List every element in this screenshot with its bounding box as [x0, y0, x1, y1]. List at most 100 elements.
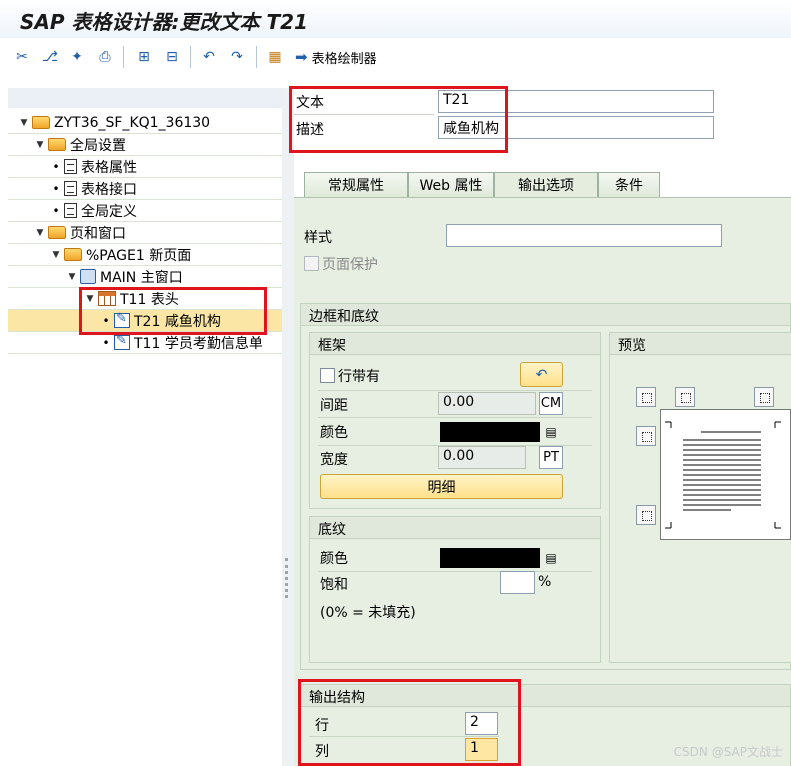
spacing-unit[interactable]: CM — [539, 392, 563, 415]
borders-shading-title: 边框和底纹 — [301, 304, 790, 326]
border-top-right-icon[interactable] — [754, 387, 774, 407]
wand-icon[interactable]: ✦ — [67, 47, 87, 67]
tree-node-form[interactable]: ▼ ZYT36_SF_KQ1_36130 — [8, 112, 282, 134]
tree-node-form-attributes[interactable]: • 表格属性 — [8, 156, 282, 178]
bullet-icon: • — [52, 203, 60, 218]
saturation-label: 饱和 — [320, 577, 348, 593]
divider — [318, 390, 592, 391]
tree-node-page1[interactable]: ▼ %PAGE1 新页面 — [8, 244, 282, 266]
divider — [318, 571, 592, 572]
lines-with-checkbox[interactable] — [320, 368, 335, 383]
window-icon — [80, 269, 96, 284]
tree-node-global-settings[interactable]: ▼ 全局设置 — [8, 134, 282, 156]
toolbar-separator — [123, 46, 124, 68]
cut-icon[interactable]: ✂ — [12, 47, 32, 67]
tab-general-attributes[interactable]: 常规属性 — [304, 172, 408, 197]
tree-node-label: T11 表头 — [120, 291, 179, 308]
redo-icon[interactable]: ↷ — [227, 47, 247, 67]
table-painter-label: 表格绘制器 — [311, 51, 377, 67]
border-top-center-icon[interactable] — [675, 387, 695, 407]
text-edit-icon — [114, 333, 130, 350]
tree-node-label: %PAGE1 新页面 — [86, 247, 192, 264]
collapse-arrow-icon[interactable]: ▼ — [34, 228, 46, 238]
watermark-text: CSDN @SAP文战士 — [673, 745, 783, 759]
width-label: 宽度 — [320, 452, 348, 468]
tree-node-t11-attendance[interactable]: • T11 学员考勤信息单 — [8, 332, 282, 354]
table-painter-button[interactable]: ➡ 表格绘制器 — [295, 46, 377, 68]
bullet-icon: • — [102, 335, 110, 350]
collapse-arrow-icon[interactable]: ▼ — [34, 140, 46, 150]
border-top-left-icon[interactable] — [636, 387, 656, 407]
border-left-icon[interactable] — [636, 426, 656, 446]
tree-node-global-definitions[interactable]: • 全局定义 — [8, 200, 282, 222]
document-icon — [64, 203, 77, 218]
tree-node-label: 表格属性 — [81, 159, 137, 176]
style-field[interactable] — [446, 224, 722, 247]
tree-node-form-interface[interactable]: • 表格接口 — [8, 178, 282, 200]
frame-color-swatch[interactable] — [440, 422, 540, 442]
width-unit[interactable]: PT — [539, 446, 563, 469]
arrow-right-icon: ➡ — [295, 48, 308, 66]
shading-title: 底纹 — [310, 517, 600, 539]
spacing-label: 间距 — [320, 398, 348, 414]
dropdown-icon[interactable]: ▤ — [544, 423, 558, 441]
tab-output-options[interactable]: 输出选项 — [494, 172, 598, 197]
form-painter-icon[interactable]: ▦ — [265, 47, 285, 67]
reset-button[interactable]: ↶ — [520, 362, 563, 387]
tree-node-main-window[interactable]: ▼ MAIN 主窗口 — [8, 266, 282, 288]
width-field[interactable]: 0.00 — [438, 446, 526, 469]
expand-icon[interactable]: ⊞ — [134, 47, 154, 67]
text-name-label: 文本 — [296, 95, 324, 111]
frame-title: 框架 — [310, 333, 600, 355]
bullet-icon: • — [52, 159, 60, 174]
spacing-field[interactable]: 0.00 — [438, 392, 536, 415]
column-field[interactable]: 1 — [465, 738, 498, 761]
tree-node-label: 表格接口 — [81, 181, 137, 198]
folder-icon — [64, 248, 82, 261]
shading-color-swatch[interactable] — [440, 548, 540, 568]
description-field[interactable]: 咸鱼机构 — [438, 116, 714, 139]
shading-hint: (0% = 未填充) — [320, 605, 416, 621]
text-name-field[interactable]: T21 — [438, 90, 714, 113]
undo-icon[interactable]: ↶ — [199, 47, 219, 67]
collapse-arrow-icon[interactable]: ▼ — [50, 250, 62, 260]
application-toolbar: ✂ ⎇ ✦ ⎙ ⊞ ⊟ ↶ ↷ ▦ ➡ 表格绘制器 — [0, 38, 791, 76]
bullet-icon: • — [102, 313, 110, 328]
tree-node-label: 全局定义 — [81, 203, 137, 220]
tab-web-attributes[interactable]: Web 属性 — [408, 172, 494, 197]
saturation-field[interactable] — [500, 571, 535, 594]
border-bottom-left-icon[interactable] — [636, 505, 656, 525]
branch-icon[interactable]: ⎇ — [40, 47, 60, 67]
tree-node-pages-windows[interactable]: ▼ 页和窗口 — [8, 222, 282, 244]
tree-node-label: MAIN 主窗口 — [100, 269, 183, 286]
toolbar-separator — [256, 46, 257, 68]
shading-color-label: 颜色 — [320, 551, 348, 567]
page-protect-label: 页面保护 — [322, 257, 378, 273]
shading-group: 底纹 颜色 ▤ 饱和 % (0% = 未填充) — [309, 516, 601, 663]
panel-splitter[interactable] — [282, 88, 294, 766]
collapse-icon[interactable]: ⊟ — [162, 47, 182, 67]
frame-color-label: 颜色 — [320, 425, 348, 441]
tab-strip: 常规属性 Web 属性 输出选项 条件 — [294, 172, 791, 197]
print-icon[interactable]: ⎙ — [95, 47, 115, 67]
splitter-grip-icon[interactable] — [285, 558, 288, 598]
tree-node-label: T11 学员考勤信息单 — [134, 335, 263, 352]
row-field[interactable]: 2 — [465, 712, 498, 735]
dropdown-icon[interactable]: ▤ — [544, 549, 558, 567]
tab-conditions[interactable]: 条件 — [598, 172, 660, 197]
tree-node-label: 页和窗口 — [70, 225, 126, 242]
tree-node-label: T21 咸鱼机构 — [134, 313, 221, 330]
divider — [294, 114, 434, 115]
tree-node-table-header[interactable]: ▼ T11 表头 — [8, 288, 282, 310]
percent-label: % — [538, 574, 552, 590]
collapse-arrow-icon[interactable]: ▼ — [66, 272, 78, 282]
collapse-arrow-icon[interactable]: ▼ — [18, 118, 30, 128]
text-edit-icon — [114, 311, 130, 328]
tree-node-t21-selected[interactable]: • T21 咸鱼机构 — [8, 310, 282, 332]
page-protect-checkbox[interactable] — [304, 256, 319, 271]
undo-icon: ↶ — [535, 366, 548, 383]
detail-button[interactable]: 明细 — [320, 474, 563, 499]
table-icon — [98, 291, 116, 306]
row-label: 行 — [315, 718, 329, 734]
collapse-arrow-icon[interactable]: ▼ — [84, 294, 96, 304]
